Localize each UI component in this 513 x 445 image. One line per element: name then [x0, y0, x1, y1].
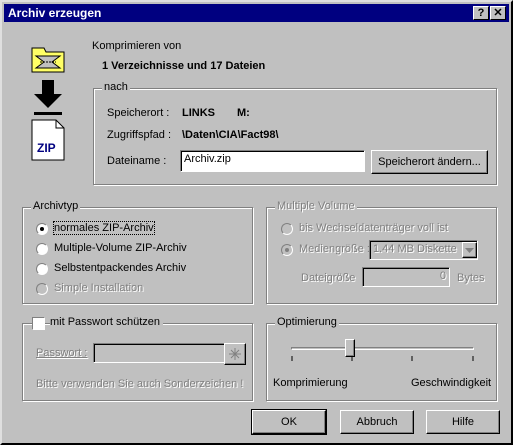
dateiname-label: Dateiname :: [107, 155, 167, 167]
cancel-button[interactable]: Abbruch: [340, 410, 414, 434]
slider-ticks: [291, 356, 474, 361]
password-checkbox-label[interactable]: mit Passwort schützen: [50, 316, 164, 328]
archivtyp-group-label: Archivtyp: [31, 200, 81, 212]
slider-track[interactable]: [291, 347, 474, 350]
close-button[interactable]: ✕: [490, 6, 506, 20]
dateigroesse-value: 0: [439, 270, 446, 282]
compress-summary: 1 Verzeichnisse und 17 Dateien: [102, 60, 266, 72]
window-title: Archiv erzeugen: [8, 6, 102, 20]
slider-right-label: Geschwindigkeit: [411, 377, 492, 389]
radio-simple-install: [36, 283, 48, 295]
title-bar[interactable]: Archiv erzeugen ? ✕: [4, 4, 509, 22]
change-location-button[interactable]: Speicherort ändern...: [371, 150, 488, 174]
until-full-label: bis Wechseldatenträger voll ist: [299, 222, 448, 234]
help-button[interactable]: Hilfe: [426, 410, 500, 434]
folder-zip-icon: [31, 47, 65, 73]
password-checkbox[interactable]: [32, 317, 45, 330]
dateiname-input[interactable]: Archiv.zip: [180, 150, 365, 172]
speicherort-label: Speicherort :: [107, 107, 170, 119]
compress-label: Komprimieren von: [92, 40, 182, 52]
radio-selected-dot: [40, 227, 44, 231]
media-size-dropdown-button: [462, 242, 477, 258]
bytes-label: Bytes: [457, 272, 485, 284]
option-normal-zip-label[interactable]: normales ZIP-Archiv: [53, 221, 155, 235]
password-generate-button: [224, 343, 246, 365]
radio-media-size: [281, 244, 293, 256]
spark-icon: [229, 348, 241, 360]
dateiname-input-value: Archiv.zip: [184, 153, 231, 165]
password-input: [93, 343, 225, 363]
help-title-button[interactable]: ?: [473, 6, 489, 20]
arrow-down-icon: [34, 80, 62, 115]
zip-icon-label: ZIP: [37, 141, 56, 155]
slider-thumb[interactable]: [345, 339, 356, 357]
drive-value: M:: [237, 107, 250, 119]
zugriffspfad-value: \Daten\CIA\Fact98\: [182, 129, 279, 141]
radio-self-extract[interactable]: [36, 263, 48, 275]
option-simple-install-label: Simple Installation: [54, 282, 144, 294]
option-self-extract-label[interactable]: Selbstentpackendes Archiv: [54, 262, 186, 274]
optimierung-group-label: Optimierung: [275, 316, 339, 328]
password-hint: Bitte verwenden Sie auch Sonderzeichen !: [36, 378, 244, 390]
dateigroesse-label: Dateigröße: [301, 272, 356, 284]
ok-button[interactable]: OK: [251, 409, 327, 435]
slider-left-label: Komprimierung: [273, 377, 348, 389]
dialog-window: Archiv erzeugen ? ✕ ZIP Komprimieren von…: [0, 0, 513, 445]
password-field-label: Passwort :: [36, 347, 88, 359]
chevron-down-icon: [465, 248, 474, 253]
multiple-volume-group-label: Multiple Volume: [275, 200, 357, 212]
media-size-select-value: 1.44 MB Diskette: [373, 243, 457, 255]
radio-multiple-volume[interactable]: [36, 243, 48, 255]
option-multiple-volume-label[interactable]: Multiple-Volume ZIP-Archiv: [54, 242, 187, 254]
nach-group-label: nach: [102, 81, 130, 93]
media-size-label: Mediengröße :: [299, 243, 370, 255]
radio-selected-dot: [285, 248, 289, 252]
zugriffspfad-label: Zugriffspfad :: [107, 129, 171, 141]
radio-until-full: [281, 223, 293, 235]
speicherort-value: LINKS: [182, 107, 215, 119]
dateigroesse-input: 0: [362, 267, 450, 287]
radio-normal-zip[interactable]: [36, 223, 48, 235]
